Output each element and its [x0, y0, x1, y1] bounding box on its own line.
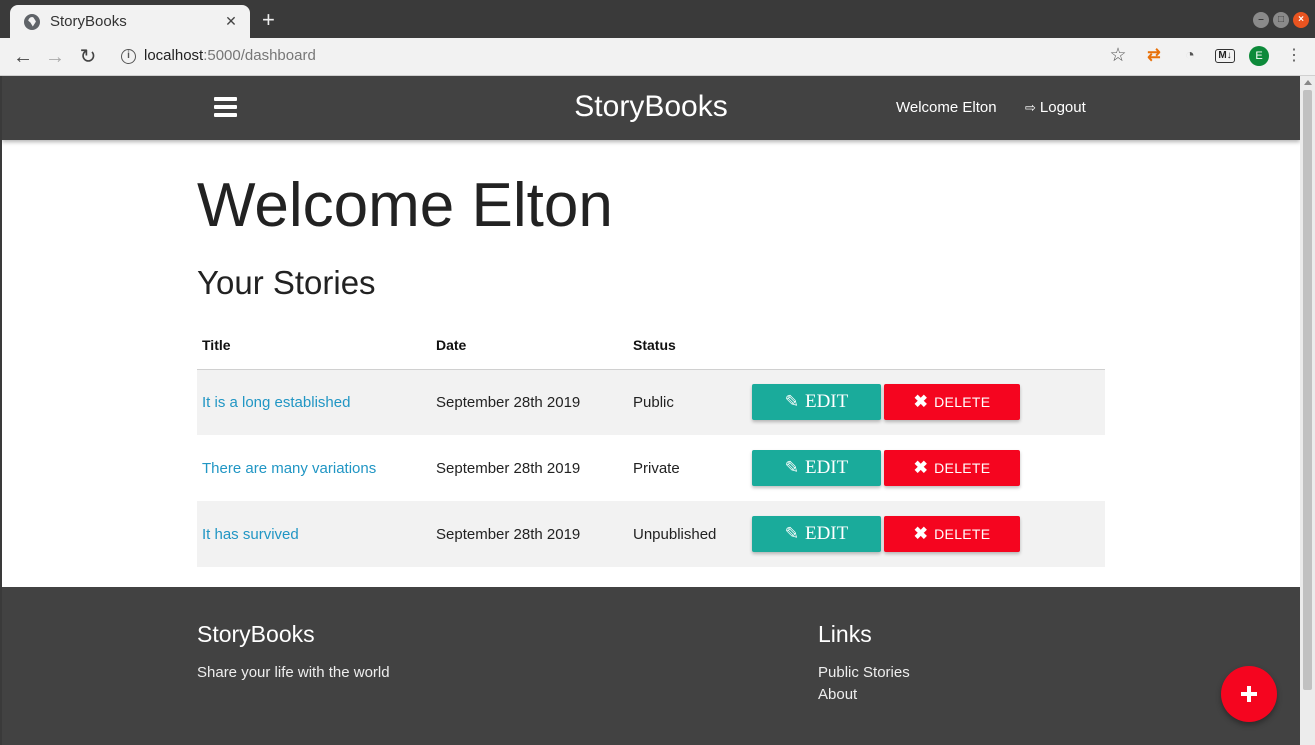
back-button[interactable]: ← — [10, 44, 36, 70]
table-row: It is a long established September 28th … — [197, 369, 1105, 435]
markdown-extension-icon[interactable]: M↓ — [1215, 49, 1235, 63]
story-title-link[interactable]: There are many variations — [202, 460, 376, 477]
page-viewport: StoryBooks Welcome Elton ⇨ Logout Welcom… — [2, 76, 1300, 745]
browser-toolbar: ← → ↻ i localhost:5000/dashboard ☆ ⇄ ◔ M… — [0, 38, 1315, 76]
story-title-link[interactable]: It has survived — [202, 526, 299, 543]
header-actions — [747, 321, 1105, 370]
url-host: localhost — [144, 47, 204, 64]
browser-tab-bar: StoryBooks ✕ + – □ × — [0, 0, 1315, 38]
header-status: Status — [628, 321, 747, 370]
tab-title: StoryBooks — [50, 13, 127, 30]
table-header-row: Title Date Status — [197, 321, 1105, 370]
edit-button[interactable]: ✎ EDIT — [752, 516, 881, 552]
url-path: :5000/dashboard — [203, 47, 316, 64]
extension-compass-icon[interactable]: ◔ — [1179, 45, 1201, 67]
row-actions: ✎ EDIT ✖ DELETE — [752, 516, 1105, 552]
site-footer: StoryBooks Share your life with the worl… — [2, 587, 1300, 745]
header-title: Title — [197, 321, 431, 370]
add-story-button[interactable] — [1221, 666, 1277, 722]
row-actions: ✎ EDIT ✖ DELETE — [752, 450, 1105, 486]
pencil-icon: ✎ — [784, 392, 799, 412]
address-bar[interactable]: localhost:5000/dashboard — [144, 47, 316, 64]
site-brand[interactable]: StoryBooks — [2, 90, 1300, 124]
delete-button[interactable]: ✖ DELETE — [884, 384, 1020, 421]
delete-button[interactable]: ✖ DELETE — [884, 516, 1020, 552]
forward-button[interactable]: → — [42, 44, 68, 70]
pencil-icon: ✎ — [784, 458, 799, 477]
table-row: There are many variations September 28th… — [197, 435, 1105, 501]
toolbar-actions: ☆ ⇄ ◔ M↓ E ⋮ — [1107, 45, 1305, 67]
edit-label: EDIT — [804, 457, 849, 478]
reload-button[interactable]: ↻ — [75, 44, 101, 70]
minimize-button[interactable]: – — [1253, 12, 1269, 28]
close-icon: ✖ — [913, 392, 929, 412]
story-status: Public — [628, 369, 747, 435]
scroll-up-arrow-icon[interactable] — [1304, 80, 1312, 85]
row-actions: ✎ EDIT ✖ DELETE — [752, 384, 1105, 421]
story-date: September 28th 2019 — [431, 501, 628, 567]
header-date: Date — [431, 321, 628, 370]
stories-heading: Your Stories — [197, 264, 376, 301]
edit-label: EDIT — [804, 391, 849, 413]
delete-button[interactable]: ✖ DELETE — [884, 450, 1020, 486]
edit-button[interactable]: ✎ EDIT — [752, 384, 881, 421]
nav-welcome-link[interactable]: Welcome Elton — [896, 99, 997, 116]
maximize-button[interactable]: □ — [1273, 12, 1289, 28]
delete-label: DELETE — [934, 460, 991, 476]
edit-button[interactable]: ✎ EDIT — [752, 450, 881, 486]
footer-links-title: Links — [818, 621, 872, 647]
story-date: September 28th 2019 — [436, 459, 581, 477]
close-icon: ✖ — [913, 458, 929, 477]
new-tab-button[interactable]: + — [262, 9, 275, 31]
bookmark-star-icon[interactable]: ☆ — [1107, 45, 1129, 67]
profile-avatar[interactable]: E — [1249, 46, 1269, 66]
close-icon: ✖ — [913, 524, 929, 543]
scroll-thumb[interactable] — [1303, 90, 1312, 690]
logout-link[interactable]: ⇨ Logout — [1025, 99, 1086, 116]
site-navbar: StoryBooks Welcome Elton ⇨ Logout — [2, 76, 1300, 140]
footer-link-about[interactable]: About — [818, 686, 857, 703]
pencil-icon: ✎ — [784, 524, 799, 543]
page-title: Welcome Elton — [197, 171, 613, 240]
story-title-link[interactable]: It is a long established — [202, 394, 350, 411]
footer-link-public-stories[interactable]: Public Stories — [818, 664, 910, 681]
site-info-icon[interactable]: i — [121, 49, 136, 64]
close-window-button[interactable]: × — [1293, 12, 1309, 28]
stories-table: Title Date Status It is a long establish… — [197, 321, 1105, 567]
menu-kebab-icon[interactable]: ⋮ — [1283, 45, 1305, 67]
page-scrollbar[interactable] — [1300, 76, 1315, 745]
story-status: Private — [633, 459, 680, 477]
story-date: September 28th 2019 — [431, 369, 628, 435]
tab-close-icon[interactable]: ✕ — [222, 13, 240, 30]
browser-tab[interactable]: StoryBooks ✕ — [10, 5, 250, 38]
footer-tagline: Share your life with the world — [197, 664, 390, 681]
delete-label: DELETE — [934, 394, 991, 411]
table-row: It has survived September 28th 2019 Unpu… — [197, 501, 1105, 567]
logout-icon: ⇨ — [1025, 99, 1036, 115]
extension-icon[interactable]: ⇄ — [1143, 45, 1165, 67]
delete-label: DELETE — [934, 526, 991, 542]
logout-label: Logout — [1039, 99, 1086, 116]
globe-icon — [24, 13, 40, 30]
edit-label: EDIT — [804, 523, 849, 544]
footer-brand: StoryBooks — [197, 621, 315, 647]
window-controls: – □ × — [1253, 12, 1309, 28]
story-status: Unpublished — [628, 501, 747, 567]
